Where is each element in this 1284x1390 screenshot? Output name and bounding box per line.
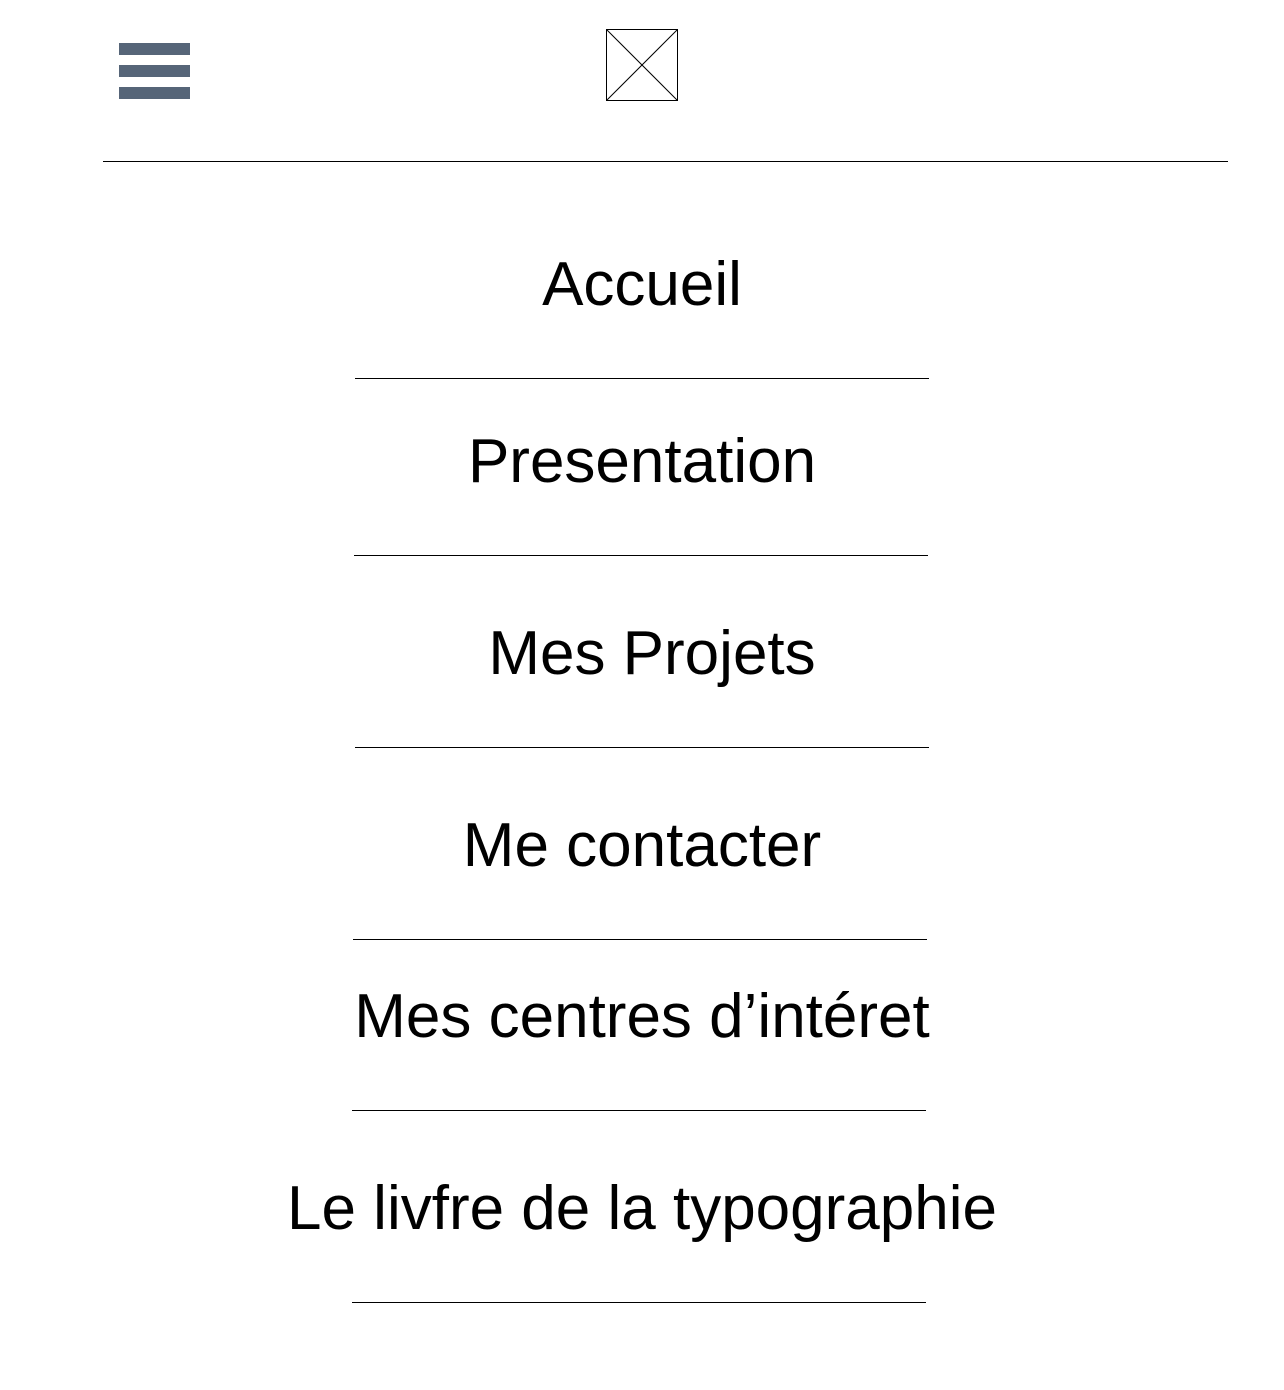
- nav-item-livre-typographie[interactable]: Le livfre de la typographie: [0, 1169, 1284, 1249]
- image-placeholder-icon[interactable]: [606, 29, 678, 101]
- hamburger-menu-icon[interactable]: [119, 43, 190, 99]
- menu-bar: [119, 65, 190, 77]
- nav-divider: [355, 747, 929, 748]
- nav-divider: [352, 1302, 926, 1303]
- nav-item-centres-interet[interactable]: Mes centres d’intéret: [0, 977, 1284, 1057]
- nav-divider: [352, 1110, 926, 1111]
- nav-divider: [354, 555, 928, 556]
- nav-item-me-contacter[interactable]: Me contacter: [0, 806, 1284, 886]
- nav-item-mes-projets[interactable]: Mes Projets: [10, 614, 1284, 694]
- nav-item-accueil[interactable]: Accueil: [0, 245, 1284, 325]
- nav-divider: [355, 378, 929, 379]
- nav-divider: [353, 939, 927, 940]
- header-divider: [103, 161, 1228, 162]
- nav-item-presentation[interactable]: Presentation: [0, 422, 1284, 502]
- menu-bar: [119, 87, 190, 99]
- menu-bar: [119, 43, 190, 55]
